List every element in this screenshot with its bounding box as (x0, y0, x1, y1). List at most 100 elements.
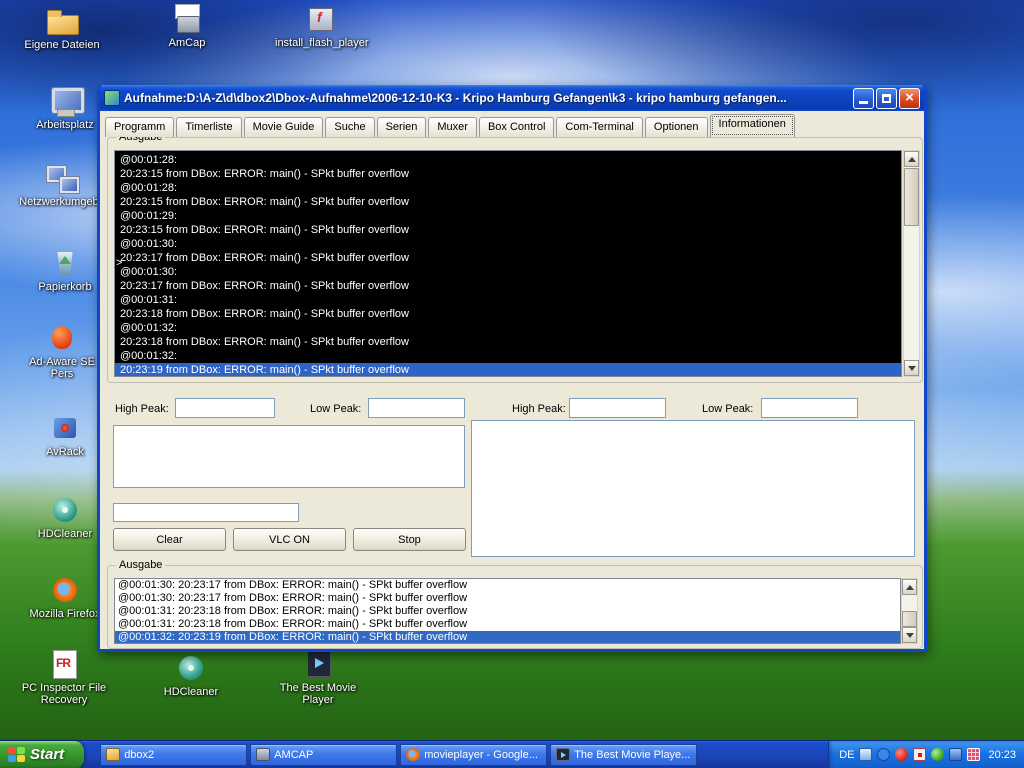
desktop-icon-label: install_flash_player (275, 37, 365, 49)
tab[interactable]: Programm (105, 117, 174, 137)
scroll-thumb[interactable] (902, 611, 917, 627)
window-title: Aufnahme:D:\A-Z\d\dbox2\Dbox-Aufnahme\20… (124, 91, 849, 105)
low-peak-input-1[interactable] (368, 398, 465, 418)
high-peak-input-1[interactable] (175, 398, 275, 418)
movie-player-icon (556, 748, 570, 761)
scroll-track[interactable] (902, 595, 917, 627)
tab[interactable]: Suche (325, 117, 374, 137)
movie-player-icon (302, 648, 334, 680)
close-button[interactable] (899, 88, 920, 109)
tab[interactable]: Serien (377, 117, 427, 137)
minimize-button[interactable] (853, 88, 874, 109)
console-line[interactable]: @00:01:28: (115, 153, 901, 167)
network-icon[interactable] (859, 748, 872, 761)
firefox-icon (49, 574, 81, 606)
desktop-icon-eigene-dateien[interactable]: Eigene Dateien (17, 5, 107, 51)
scheduler-icon[interactable] (967, 748, 980, 761)
console-line[interactable]: 20:23:15 from DBox: ERROR: main() - SPkt… (115, 167, 901, 181)
taskbar-button-dbox2[interactable]: dbox2 (100, 744, 247, 766)
folder-icon (46, 5, 78, 37)
clear-button[interactable]: Clear (113, 528, 226, 551)
scroll-track[interactable] (904, 167, 919, 360)
console-line[interactable]: 20:23:15 from DBox: ERROR: main() - SPkt… (115, 223, 901, 237)
vlc-on-button[interactable]: VLC ON (233, 528, 346, 551)
console-line[interactable]: 20:23:17 from DBox: ERROR: main() - SPkt… (115, 251, 901, 265)
arrow-down-icon (906, 633, 914, 642)
log-line[interactable]: @00:01:30: 20:23:17 from DBox: ERROR: ma… (115, 579, 900, 592)
console-line[interactable]: 20:23:18 from DBox: ERROR: main() - SPkt… (115, 335, 901, 349)
network-icon (46, 162, 78, 194)
stop-button[interactable]: Stop (353, 528, 466, 551)
taskbar-button-movieplayer-google[interactable]: movieplayer - Google... (400, 744, 547, 766)
desktop-icon-adaware[interactable]: Ad-Aware SE Pers (17, 322, 107, 380)
high-peak-input-2[interactable] (569, 398, 666, 418)
tab[interactable]: Timerliste (176, 117, 241, 137)
scroll-up-button[interactable] (904, 151, 919, 167)
folder-icon (106, 748, 120, 761)
tab[interactable]: Movie Guide (244, 117, 324, 137)
console-line[interactable]: 20:23:15 from DBox: ERROR: main() - SPkt… (115, 195, 901, 209)
scroll-up-button[interactable] (902, 579, 917, 595)
task-label: The Best Movie Playe... (574, 749, 690, 761)
recycle-bin-icon (49, 247, 81, 279)
tab[interactable]: Com-Terminal (556, 117, 642, 137)
log-line[interactable]: @00:01:31: 20:23:18 from DBox: ERROR: ma… (115, 618, 900, 631)
output-console[interactable]: > @00:01:28: 20:23:15 from DBox: ERROR: … (114, 150, 902, 377)
maximize-button[interactable] (876, 88, 897, 109)
log-line[interactable]: @00:01:31: 20:23:18 from DBox: ERROR: ma… (115, 605, 900, 618)
console-line[interactable]: @00:01:31: (115, 293, 901, 307)
tab[interactable]: Box Control (479, 117, 554, 137)
console-line[interactable]: 20:23:18 from DBox: ERROR: main() - SPkt… (115, 307, 901, 321)
update-icon[interactable] (931, 748, 944, 761)
low-peak-input-2[interactable] (761, 398, 858, 418)
scroll-down-button[interactable] (902, 627, 917, 643)
desktop-background: Eigene Dateien AmCap install_flash_playe… (0, 0, 1024, 768)
messenger-icon[interactable] (877, 748, 890, 761)
scroll-down-button[interactable] (904, 360, 919, 376)
log-line[interactable]: @00:01:30: 20:23:17 from DBox: ERROR: ma… (115, 592, 900, 605)
firewall-icon[interactable] (913, 748, 926, 761)
low-peak-label-1: Low Peak: (310, 403, 361, 415)
log-line[interactable]: @00:01:32: 20:23:19 from DBox: ERROR: ma… (115, 631, 900, 644)
desktop-icon-label: Netzwerkumgebu (17, 196, 107, 208)
display-icon[interactable] (949, 748, 962, 761)
right-display-panel (471, 420, 915, 557)
console-line[interactable]: 20:23:19 from DBox: ERROR: main() - SPkt… (115, 363, 901, 377)
console-line[interactable]: @00:01:32: (115, 321, 901, 335)
desktop-icon-hdcleaner-2[interactable]: HDCleaner (146, 652, 236, 698)
console-line[interactable]: @00:01:29: (115, 209, 901, 223)
status-input[interactable] (113, 503, 299, 522)
console-line[interactable]: @00:01:32: (115, 349, 901, 363)
window-titlebar[interactable]: Aufnahme:D:\A-Z\d\dbox2\Dbox-Aufnahme\20… (100, 85, 924, 111)
desktop-icon-netzwerkumgebung[interactable]: Netzwerkumgebu (17, 162, 107, 208)
console-scrollbar[interactable] (903, 150, 920, 377)
console-line[interactable]: @00:01:30: (115, 265, 901, 279)
desktop-icon-best-movie-player[interactable]: The Best Movie Player (273, 648, 363, 706)
tab[interactable]: Muxer (428, 117, 477, 137)
desktop-icon-amcap[interactable]: AmCap (142, 3, 232, 49)
start-button[interactable]: Start (0, 741, 84, 768)
antivirus-icon[interactable] (895, 748, 908, 761)
log-list[interactable]: @00:01:30: 20:23:17 from DBox: ERROR: ma… (114, 578, 901, 644)
desktop-icon-label: PC Inspector File Recovery (19, 682, 109, 706)
taskbar-button-best-movie-player[interactable]: The Best Movie Playe... (550, 744, 697, 766)
arrow-down-icon (908, 366, 916, 375)
desktop-icon-pc-inspector[interactable]: PC Inspector File Recovery (19, 648, 109, 706)
console-line[interactable]: @00:01:30: (115, 237, 901, 251)
low-peak-label-2: Low Peak: (702, 403, 753, 415)
tab[interactable]: Informationen (710, 114, 795, 137)
arrow-up-icon (908, 153, 916, 162)
scroll-thumb[interactable] (904, 168, 919, 226)
tab-bar: Programm Timerliste Movie Guide Suche Se… (105, 113, 797, 137)
arrow-up-icon (906, 581, 914, 590)
console-line[interactable]: @00:01:28: (115, 181, 901, 195)
language-indicator[interactable]: DE (839, 749, 854, 761)
disk-cleaner-icon (49, 494, 81, 526)
console-line[interactable]: 20:23:17 from DBox: ERROR: main() - SPkt… (115, 279, 901, 293)
desktop-icon-label: HDCleaner (146, 686, 236, 698)
app-icon (104, 90, 120, 106)
desktop-icon-install-flash-player[interactable]: install_flash_player (275, 3, 365, 49)
taskbar-button-amcap[interactable]: AMCAP (250, 744, 397, 766)
log-scrollbar[interactable] (901, 578, 918, 644)
tab[interactable]: Optionen (645, 117, 708, 137)
